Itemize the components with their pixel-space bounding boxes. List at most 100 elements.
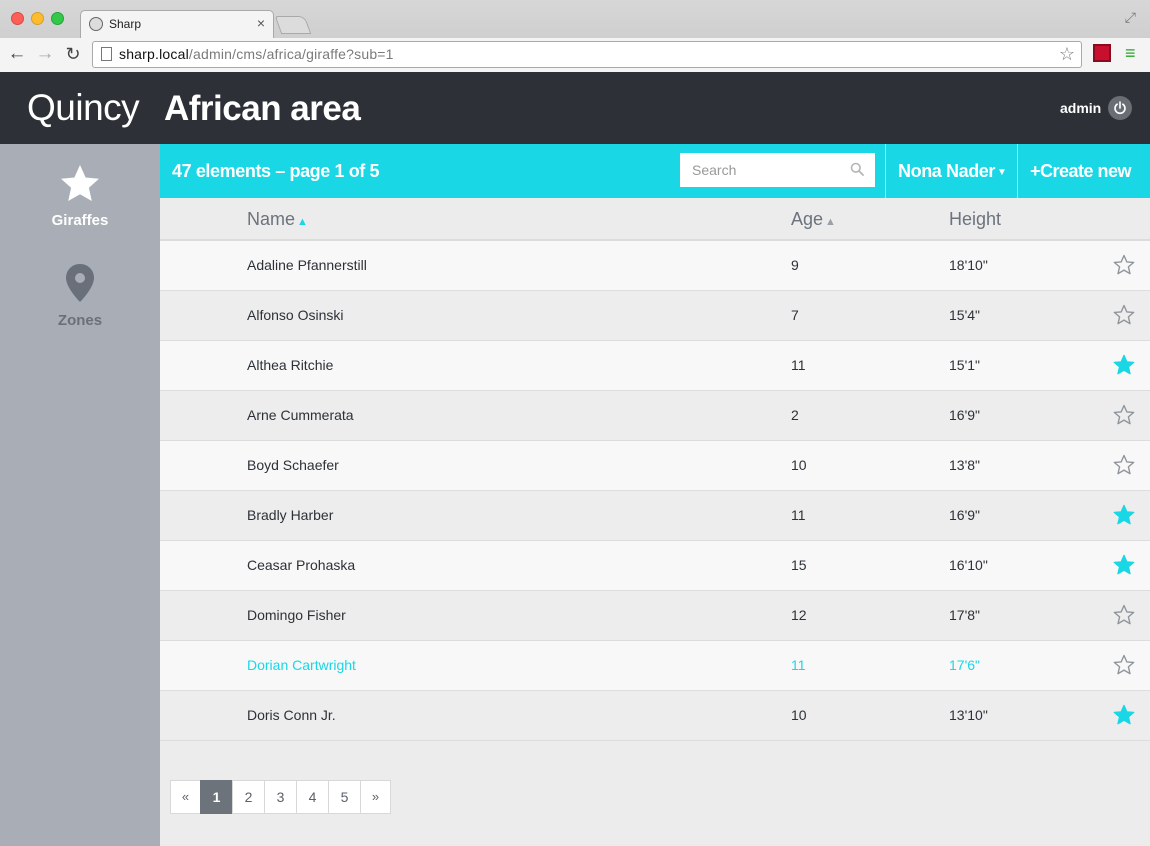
cell-name[interactable]: Dorian Cartwright [247, 657, 356, 673]
star-icon[interactable] [1113, 254, 1135, 276]
divider [1017, 144, 1018, 198]
sidebar-item-label: Zones [57, 312, 103, 329]
bookmark-star-icon[interactable]: ☆ [1059, 44, 1075, 65]
divider [885, 144, 886, 198]
pagination-prev[interactable]: « [170, 780, 201, 814]
table-row[interactable]: Dorian Cartwright 11 17'6" [160, 641, 1150, 691]
power-icon [1114, 101, 1126, 115]
tab-close-icon[interactable]: × [257, 15, 265, 31]
url-host: sharp.local [119, 46, 189, 62]
back-button[interactable]: ← [6, 42, 28, 66]
pagination-page-5[interactable]: 5 [328, 780, 361, 814]
page-title: African area [164, 89, 361, 128]
cell-name[interactable]: Adaline Pfannerstill [247, 257, 367, 273]
cell-age: 11 [791, 357, 806, 373]
cell-height: 13'10" [949, 707, 988, 723]
star-icon[interactable] [1113, 504, 1135, 526]
column-header-label: Name [247, 209, 296, 229]
column-header-name[interactable]: Name ▲ [247, 209, 308, 230]
table-row[interactable]: Ceasar Prohaska 15 16'10" [160, 541, 1150, 591]
user-filter-value: Nona Nader [898, 161, 996, 181]
cell-name[interactable]: Alfonso Osinski [247, 307, 343, 323]
new-tab-button[interactable] [274, 16, 312, 34]
cell-age: 11 [791, 657, 806, 673]
star-icon[interactable] [1113, 354, 1135, 376]
caret-down-icon: ▼ [997, 166, 1007, 178]
close-window-button[interactable] [11, 12, 24, 25]
sort-icon: ▲ [825, 216, 836, 228]
fullscreen-icon[interactable]: ⤢ [1125, 9, 1136, 26]
cell-age: 2 [791, 407, 799, 423]
table-row[interactable]: Alfonso Osinski 7 15'4" [160, 291, 1150, 341]
search-box [680, 153, 875, 187]
reload-button[interactable]: ↻ [62, 42, 84, 66]
cell-name[interactable]: Arne Cummerata [247, 407, 354, 423]
cell-height: 16'9" [949, 407, 981, 423]
sidebar-item-zones[interactable]: Zones [0, 262, 160, 329]
star-icon[interactable] [1113, 704, 1135, 726]
sidebar-item-giraffes[interactable]: Giraffes [0, 162, 160, 229]
table-row[interactable]: Bradly Harber 11 16'9" [160, 491, 1150, 541]
star-icon[interactable] [1113, 554, 1135, 576]
create-new-label: Create new [1040, 161, 1132, 181]
search-input[interactable] [680, 153, 875, 187]
cell-age: 11 [791, 507, 806, 523]
table-row[interactable]: Arne Cummerata 2 16'9" [160, 391, 1150, 441]
cell-age: 10 [791, 457, 807, 473]
cell-name[interactable]: Doris Conn Jr. [247, 707, 336, 723]
url-path: /admin/cms/africa/giraffe?sub=1 [188, 46, 394, 62]
zoom-window-button[interactable] [51, 12, 64, 25]
cell-age: 15 [791, 557, 807, 573]
star-icon[interactable] [1113, 654, 1135, 676]
table-row[interactable]: Althea Ritchie 11 15'1" [160, 341, 1150, 391]
globe-icon [89, 17, 103, 31]
cell-name[interactable]: Boyd Schaefer [247, 457, 339, 473]
create-new-button[interactable]: +Create new [1030, 161, 1132, 182]
table-row[interactable]: Boyd Schaefer 10 13'8" [160, 441, 1150, 491]
star-icon[interactable] [1113, 454, 1135, 476]
url-text: sharp.local/admin/cms/africa/giraffe?sub… [119, 46, 394, 62]
cell-age: 12 [791, 607, 807, 623]
star-icon[interactable] [1113, 604, 1135, 626]
logout-button[interactable] [1108, 96, 1132, 120]
cell-height: 15'4" [949, 307, 981, 323]
forward-button[interactable]: → [34, 42, 56, 66]
user-name[interactable]: admin [1060, 100, 1101, 116]
cell-height: 17'6" [949, 657, 981, 673]
table-row[interactable]: Doris Conn Jr. 10 13'10" [160, 691, 1150, 741]
star-icon[interactable] [1113, 404, 1135, 426]
cell-name[interactable]: Domingo Fisher [247, 607, 346, 623]
brand-logo[interactable]: Quincy [27, 87, 140, 129]
star-icon[interactable] [1113, 304, 1135, 326]
browser-menu-icon[interactable]: ≡ [1125, 44, 1136, 62]
user-filter-dropdown[interactable]: Nona Nader ▼ [898, 161, 1007, 182]
table-row[interactable]: Domingo Fisher 12 17'8" [160, 591, 1150, 641]
pagination-page-3[interactable]: 3 [264, 780, 297, 814]
column-header-age[interactable]: Age ▲ [791, 209, 836, 230]
action-bar: 47 elements – page 1 of 5 Nona Nader▼ +C… [160, 144, 1150, 198]
browser-tab[interactable]: Sharp × [80, 10, 274, 38]
browser-toolbar: ← → ↻ sharp.local/admin/cms/africa/giraf… [0, 38, 1150, 72]
pagination-next[interactable]: » [360, 780, 391, 814]
cell-age: 10 [791, 707, 807, 723]
cell-name[interactable]: Althea Ritchie [247, 357, 333, 373]
sidebar-item-label: Giraffes [51, 212, 109, 229]
table-row[interactable]: Adaline Pfannerstill 9 18'10" [160, 241, 1150, 291]
cell-name[interactable]: Ceasar Prohaska [247, 557, 355, 573]
browser-chrome: Sharp × ⤢ ← → ↻ sharp.local/admin/cms/af… [0, 0, 1150, 72]
cell-age: 9 [791, 257, 799, 273]
search-icon[interactable] [850, 162, 864, 176]
pagination-page-1[interactable]: 1 [200, 780, 233, 814]
extension-icon[interactable] [1093, 44, 1111, 62]
cell-name[interactable]: Bradly Harber [247, 507, 333, 523]
cell-height: 13'8" [949, 457, 981, 473]
page-icon [101, 47, 112, 61]
minimize-window-button[interactable] [31, 12, 44, 25]
sidebar: Giraffes Zones [0, 144, 160, 846]
cell-height: 17'8" [949, 607, 981, 623]
cell-height: 15'1" [949, 357, 981, 373]
column-header-height: Height [949, 209, 1001, 230]
address-bar[interactable]: sharp.local/admin/cms/africa/giraffe?sub… [92, 41, 1082, 68]
pagination-page-2[interactable]: 2 [232, 780, 265, 814]
pagination-page-4[interactable]: 4 [296, 780, 329, 814]
